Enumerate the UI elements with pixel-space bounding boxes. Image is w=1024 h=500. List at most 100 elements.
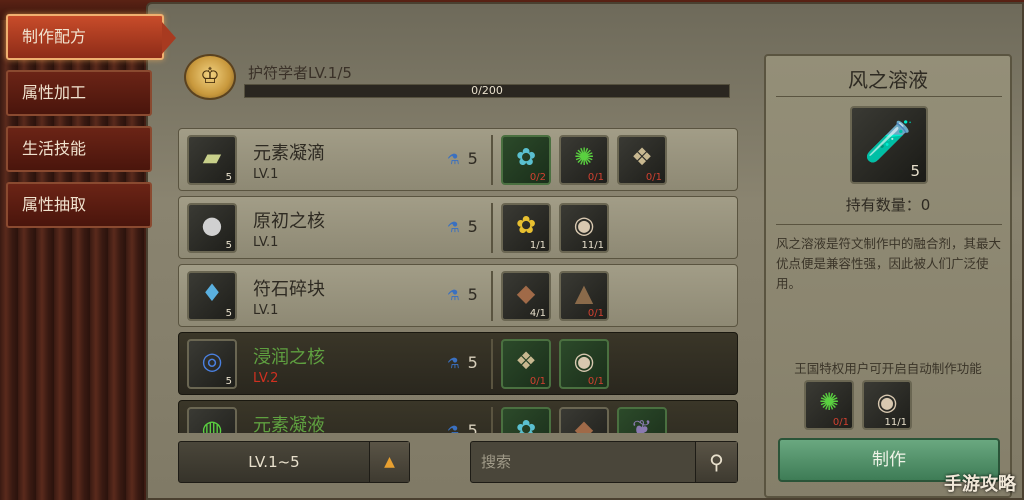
recipe-item-slot: ▰ 5	[187, 135, 237, 185]
divider	[491, 203, 493, 253]
nav-item-attribute-extraction[interactable]: 属性抽取	[6, 182, 152, 228]
search-button[interactable]: ⚲	[695, 442, 737, 482]
material-count: 0/1	[587, 376, 604, 387]
vip-note: 王国特权用户可开启自动制作功能	[794, 361, 982, 376]
experience-bar: 0/200	[244, 84, 730, 98]
recipe-item-slot: ● 5	[187, 203, 237, 253]
yellow-flower-icon: ✿	[515, 211, 537, 239]
material-slot[interactable]: ◆	[559, 407, 609, 433]
green-spiky-icon: ✺	[573, 143, 595, 171]
nav-label: 制作配方	[22, 27, 87, 46]
material-slot[interactable]: ❦	[617, 407, 667, 433]
recipe-item-slot: ◍	[187, 407, 237, 433]
detail-material-slot[interactable]: ◉ 11/1	[862, 380, 912, 430]
divider	[776, 96, 1002, 97]
watermark-logo: 手游攻略	[944, 474, 1016, 495]
recipe-name: 原初之核	[253, 211, 325, 232]
recipe-cost: ⚗ 5	[447, 217, 478, 236]
material-slot[interactable]: ◆ 4/1	[501, 271, 551, 321]
recipe-level: LV.1	[253, 235, 279, 250]
oyster-icon: ◉	[573, 211, 595, 239]
nav-item-recipes[interactable]: 制作配方	[6, 14, 176, 60]
side-nav: 制作配方 属性加工 生活技能 属性抽取	[0, 14, 176, 238]
blue-flower-icon: ✿	[515, 143, 537, 171]
material-slot[interactable]: ◉ 0/1	[559, 339, 609, 389]
potion-flask-icon: ⚗	[447, 424, 460, 433]
recipe-row[interactable]: ● 5 原初之核 LV.1 ⚗ 5 ✿ 1/1 ◉ 11/1	[178, 196, 738, 259]
recipe-row[interactable]: ▰ 5 元素凝滴 LV.1 ⚗ 5 ✿ 0/2 ✺ 0/1 ❖ 0/1	[178, 128, 738, 191]
divider	[491, 339, 493, 389]
ore-chunk-icon: ◆	[574, 415, 594, 433]
item-count: 5	[225, 308, 232, 319]
material-count: 11/1	[581, 240, 604, 251]
level-filter[interactable]: LV.1~5 ▲	[178, 441, 410, 483]
crystal-icon: ♦	[201, 279, 223, 307]
recipe-row[interactable]: ◎ 5 浸润之核 LV.2 ⚗ 5 ❖ 0/1 ◉ 0/1	[178, 332, 738, 395]
recipe-item-slot: ◎ 5	[187, 339, 237, 389]
item-detail-panel: 风之溶液 🧪 5 持有数量：0 风之溶液是符文制作中的融合剂，其最大优点便是兼容…	[764, 54, 1012, 498]
divider	[491, 135, 493, 185]
recipe-row[interactable]: ◍ 元素凝液 ⚗ 5 ✿ ◆ ❦	[178, 400, 738, 433]
recipe-name: 符石碎块	[253, 279, 325, 300]
recipe-list[interactable]: ▰ 5 元素凝滴 LV.1 ⚗ 5 ✿ 0/2 ✺ 0/1 ❖ 0/1 ● 5 原初之核 LV.1 ⚗ 5 ✿ 1/1…	[178, 128, 738, 433]
item-description: 风之溶液是符文制作中的融合剂，其最大优点便是兼容性强，因此被人们广泛使用。	[776, 236, 1002, 291]
level-dropdown-button[interactable]: ▲	[369, 442, 409, 482]
cost-value: 5	[467, 149, 478, 168]
material-slot[interactable]: ◉ 11/1	[559, 203, 609, 253]
potion-flask-icon: ⚗	[447, 288, 460, 304]
nav-item-attribute-processing[interactable]: 属性加工	[6, 70, 152, 116]
nav-label: 生活技能	[22, 139, 87, 158]
recipe-row[interactable]: ♦ 5 符石碎块 LV.1 ⚗ 5 ◆ 4/1 ▲ 0/1	[178, 264, 738, 327]
recipe-cost: ⚗ 5	[447, 353, 478, 372]
striped-fish-icon: ❖	[515, 347, 537, 375]
recipe-level: LV.1	[253, 303, 279, 318]
recipe-cost: ⚗ 5	[447, 285, 478, 304]
cost-value: 5	[467, 421, 478, 433]
item-count: 5	[225, 240, 232, 251]
blue-flower-icon: ✿	[515, 415, 537, 433]
material-slot[interactable]: ❖ 0/1	[501, 339, 551, 389]
material-slot[interactable]: ❖ 0/1	[617, 135, 667, 185]
green-spiky-icon: ✺	[818, 388, 840, 416]
recipe-level: LV.1	[253, 167, 279, 182]
divider	[491, 271, 493, 321]
material-count: 11/1	[884, 417, 907, 428]
potion-flask-icon: ⚗	[447, 152, 460, 168]
material-count: 0/2	[529, 172, 546, 183]
divider	[491, 407, 493, 433]
detail-material-slot[interactable]: ✺ 0/1	[804, 380, 854, 430]
item-count: 5	[225, 376, 232, 387]
recipe-cost: ⚗ 5	[447, 149, 478, 168]
feather-icon: ❦	[631, 415, 653, 433]
potion-flask-icon: ⚗	[447, 220, 460, 236]
material-count: 0/1	[645, 172, 662, 183]
search-input[interactable]	[471, 442, 697, 482]
material-slot[interactable]: ✺ 0/1	[559, 135, 609, 185]
blue-orb-icon: ◎	[201, 347, 223, 375]
material-slot[interactable]: ✿ 0/2	[501, 135, 551, 185]
oyster-icon: ◉	[876, 388, 898, 416]
recipe-name: 元素凝滴	[253, 143, 325, 164]
material-count: 0/1	[587, 172, 604, 183]
detail-item-count: 5	[910, 162, 920, 180]
green-potion-icon: ◍	[201, 415, 223, 433]
material-slot[interactable]: ✿	[501, 407, 551, 433]
item-count: 5	[225, 172, 232, 183]
material-count: 0/1	[832, 417, 849, 428]
cost-value: 5	[467, 285, 478, 304]
material-slot[interactable]: ▲ 0/1	[559, 271, 609, 321]
green-potion-icon: 🧪	[864, 119, 914, 165]
recipe-item-slot: ♦ 5	[187, 271, 237, 321]
search-icon: ⚲	[709, 450, 724, 474]
search-box: ⚲	[470, 441, 738, 483]
cost-value: 5	[467, 353, 478, 372]
material-slot[interactable]: ✿ 1/1	[501, 203, 551, 253]
potion-flask-icon: ⚗	[447, 356, 460, 372]
divider	[776, 224, 1002, 225]
oyster-icon: ◉	[573, 347, 595, 375]
recipe-name: 浸润之核	[253, 347, 325, 368]
level-badge-icon: ♔	[184, 54, 236, 100]
nav-item-life-skills[interactable]: 生活技能	[6, 126, 152, 172]
profession-level: 护符学者LV.1/5	[248, 64, 352, 82]
detail-item-slot[interactable]: 🧪 5	[850, 106, 928, 184]
